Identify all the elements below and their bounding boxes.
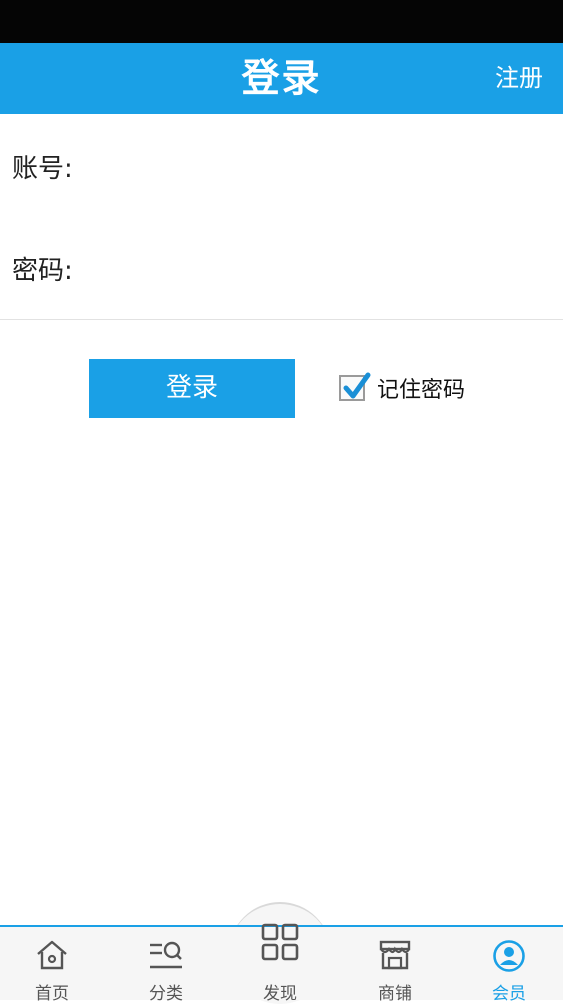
- remember-password-toggle[interactable]: 记住密码: [339, 371, 465, 405]
- checkmark-icon: [343, 372, 371, 399]
- page-title: 登录: [241, 56, 322, 100]
- grid-icon: [260, 922, 300, 966]
- account-label: 账号:: [12, 154, 73, 184]
- tab-shop[interactable]: 商铺: [350, 927, 440, 1004]
- login-button[interactable]: 登录: [89, 359, 295, 418]
- tab-category[interactable]: 分类: [121, 927, 211, 1004]
- account-input[interactable]: [82, 143, 546, 195]
- account-row: 账号:: [0, 115, 563, 218]
- remember-label: 记住密码: [377, 378, 466, 403]
- bottom-tab-bar: 首页 分类 发现 商铺 会员: [0, 923, 563, 1004]
- register-link[interactable]: 注册: [495, 43, 543, 114]
- tab-label: 发现: [263, 984, 297, 1004]
- user-icon: [492, 939, 526, 977]
- tab-discover[interactable]: 发现: [235, 904, 325, 1004]
- category-search-icon: [148, 939, 184, 975]
- tab-label: 商铺: [378, 984, 412, 1004]
- password-row: 密码:: [0, 217, 563, 320]
- tab-member[interactable]: 会员: [464, 927, 554, 1004]
- status-bar: [0, 0, 563, 43]
- password-label: 密码:: [12, 256, 73, 286]
- tab-label: 首页: [35, 984, 69, 1004]
- remember-checkbox[interactable]: [339, 372, 371, 401]
- header-bar: 登录 注册: [0, 43, 563, 114]
- tab-label: 会员: [492, 984, 526, 1004]
- tab-label: 分类: [149, 984, 183, 1004]
- tab-home[interactable]: 首页: [7, 927, 97, 1004]
- home-icon: [35, 939, 69, 975]
- shop-icon: [378, 939, 412, 975]
- password-input[interactable]: [82, 245, 546, 297]
